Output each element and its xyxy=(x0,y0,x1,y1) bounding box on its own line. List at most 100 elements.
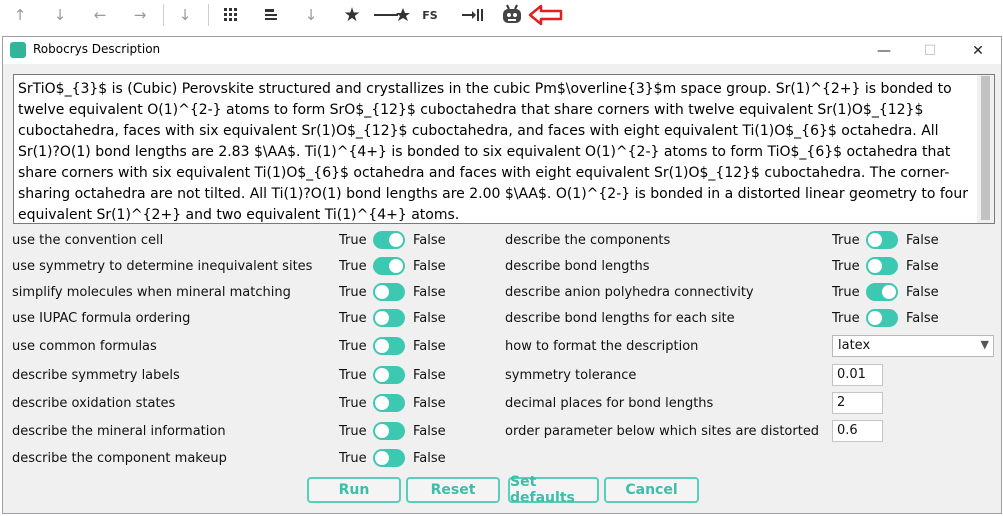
option-false-label: False xyxy=(413,339,446,354)
option-false-label: False xyxy=(413,424,446,439)
order-parameter-label: order parameter below which sites are di… xyxy=(505,424,820,439)
option-toggle[interactable] xyxy=(866,309,898,327)
option-true-label: True xyxy=(339,233,367,248)
option-toggle[interactable] xyxy=(373,449,405,467)
option-toggle[interactable] xyxy=(373,394,405,412)
option-toggle[interactable] xyxy=(373,283,405,301)
star-icon[interactable]: ★ xyxy=(340,3,364,27)
option-true-label: True xyxy=(339,285,367,300)
option-true-label: True xyxy=(339,424,367,439)
toggle-knob xyxy=(868,311,882,325)
toggle-knob xyxy=(375,339,389,353)
option-true-label: True xyxy=(339,451,367,466)
option-true-label: True xyxy=(832,233,860,248)
set-defaults-button[interactable]: Set defaults xyxy=(508,474,599,506)
order-parameter-input[interactable]: 0.6 xyxy=(832,420,883,442)
option-false-label: False xyxy=(413,396,446,411)
top-toolbar: ↑ ↓ ← → ↓ ↓ ★ FS xyxy=(0,0,1003,32)
option-false-label: False xyxy=(413,368,446,383)
toggle-knob xyxy=(389,259,403,273)
option-toggle[interactable] xyxy=(373,257,405,275)
robot-icon[interactable] xyxy=(499,3,525,27)
option-toggle[interactable] xyxy=(866,257,898,275)
option-label: describe oxidation states xyxy=(12,396,176,411)
option-false-label: False xyxy=(413,451,446,466)
option-toggle[interactable] xyxy=(373,231,405,249)
toggle-knob xyxy=(375,285,389,299)
toggle-knob xyxy=(375,311,389,325)
option-label: describe the mineral information xyxy=(12,424,226,439)
option-label: use common formulas xyxy=(12,339,157,354)
option-false-label: False xyxy=(906,233,939,248)
format-select[interactable]: latex ▼ xyxy=(832,335,994,357)
toggle-knob xyxy=(868,259,882,273)
option-label: describe bond lengths xyxy=(505,259,650,274)
toggle-knob xyxy=(375,451,389,465)
option-true-label: True xyxy=(339,311,367,326)
decimal-places-label: decimal places for bond lengths xyxy=(505,396,714,411)
toolbar-separator xyxy=(163,4,164,26)
import-icon[interactable] xyxy=(460,3,484,27)
option-label: describe the components xyxy=(505,233,671,248)
cancel-button[interactable]: Cancel xyxy=(604,477,699,503)
option-label: use symmetry to determine inequivalent s… xyxy=(12,259,313,274)
fs-icon[interactable]: FS xyxy=(420,3,440,27)
app-icon xyxy=(10,42,26,58)
option-false-label: False xyxy=(413,311,446,326)
robocrys-dialog: Robocrys Description — ☐ ✕ SrTiO$_{3}$ i… xyxy=(2,36,1002,514)
option-true-label: True xyxy=(832,311,860,326)
toggle-knob xyxy=(882,285,896,299)
option-true-label: True xyxy=(339,396,367,411)
symmetry-tolerance-input[interactable]: 0.01 xyxy=(832,364,883,386)
option-toggle[interactable] xyxy=(373,422,405,440)
option-true-label: True xyxy=(339,368,367,383)
scrollbar[interactable] xyxy=(977,75,994,223)
option-toggle[interactable] xyxy=(373,309,405,327)
reset-button[interactable]: Reset xyxy=(406,477,500,503)
option-toggle[interactable] xyxy=(866,231,898,249)
option-label: describe symmetry labels xyxy=(12,368,180,383)
option-label: describe anion polyhedra connectivity xyxy=(505,285,754,300)
symmetry-tolerance-label: symmetry tolerance xyxy=(505,368,637,383)
arrow-left-icon[interactable]: ← xyxy=(90,3,110,27)
option-false-label: False xyxy=(413,259,446,274)
chevron-down-icon: ▼ xyxy=(980,338,989,351)
arrow-down-to-line-icon[interactable]: ↓ xyxy=(175,3,195,27)
option-true-label: True xyxy=(832,285,860,300)
grid-icon[interactable] xyxy=(221,3,241,27)
option-false-label: False xyxy=(413,285,446,300)
option-label: use the convention cell xyxy=(12,233,164,248)
option-false-label: False xyxy=(906,259,939,274)
window-title: Robocrys Description xyxy=(33,42,161,56)
maximize-button[interactable]: ☐ xyxy=(907,37,953,64)
arrow-down-icon[interactable]: ↓ xyxy=(50,3,70,27)
option-toggle[interactable] xyxy=(373,366,405,384)
close-button[interactable]: ✕ xyxy=(955,37,1001,64)
description-text: SrTiO$_{3}$ is (Cubic) Perovskite struct… xyxy=(18,81,968,223)
format-label: how to format the description xyxy=(505,339,699,354)
option-toggle[interactable] xyxy=(866,283,898,301)
toggle-knob xyxy=(375,368,389,382)
toggle-knob xyxy=(375,396,389,410)
arrow-star-icon[interactable] xyxy=(372,3,412,27)
option-toggle[interactable] xyxy=(373,337,405,355)
align-icon[interactable] xyxy=(261,3,281,27)
option-label: describe the component makeup xyxy=(12,451,227,466)
option-false-label: False xyxy=(906,285,939,300)
option-label: simplify molecules when mineral matching xyxy=(12,285,291,300)
option-true-label: True xyxy=(339,259,367,274)
arrow-right-icon[interactable]: → xyxy=(130,3,150,27)
toolbar-separator xyxy=(208,4,209,26)
option-false-label: False xyxy=(906,311,939,326)
decimal-places-input[interactable]: 2 xyxy=(832,392,883,414)
arrow-up-icon[interactable]: ↑ xyxy=(10,3,30,27)
scrollbar-thumb[interactable] xyxy=(981,76,990,220)
toggle-knob xyxy=(389,233,403,247)
run-button[interactable]: Run xyxy=(307,477,401,503)
option-label: describe bond lengths for each site xyxy=(505,311,735,326)
arrow-down-thin-icon[interactable]: ↓ xyxy=(301,3,321,27)
option-label: use IUPAC formula ordering xyxy=(12,311,191,326)
description-textarea[interactable]: SrTiO$_{3}$ is (Cubic) Perovskite struct… xyxy=(13,74,995,224)
window-titlebar: Robocrys Description — ☐ ✕ xyxy=(3,37,1001,64)
minimize-button[interactable]: — xyxy=(861,37,907,64)
